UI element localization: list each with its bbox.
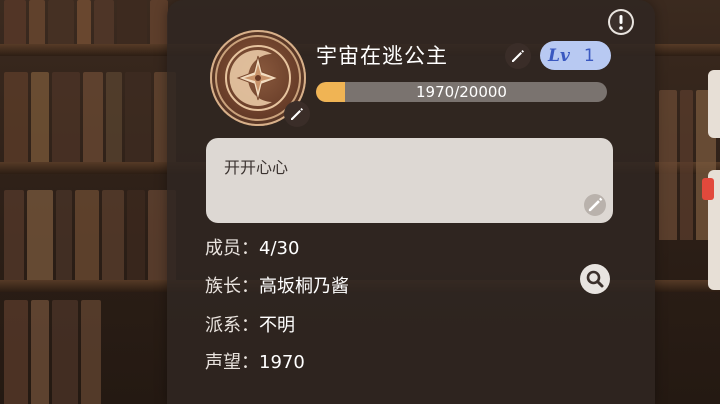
leader-value: 高坂桐乃酱 (259, 276, 349, 297)
level-value: 1 (583, 45, 595, 66)
magnifier-icon (586, 270, 604, 288)
pencil-icon (291, 108, 303, 120)
info-members: 成员：4/30 (205, 234, 299, 260)
side-tab[interactable] (702, 170, 720, 290)
pencil-icon (512, 50, 524, 62)
info-faction: 派系：不明 (205, 311, 295, 337)
level-badge: Lv 1 (540, 41, 611, 70)
exclamation-icon (610, 11, 632, 33)
side-tab[interactable] (708, 70, 720, 138)
guild-motto: 开开心心 (224, 158, 289, 177)
xp-bar: 1970/20000 (316, 82, 607, 102)
xp-text: 1970/20000 (416, 83, 507, 101)
faction-label: 派系： (205, 315, 259, 336)
prestige-value: 1970 (259, 352, 305, 373)
pencil-icon (584, 194, 606, 216)
edit-motto-button[interactable] (582, 192, 608, 218)
red-marker (702, 178, 714, 200)
faction-value: 不明 (259, 315, 295, 336)
edit-emblem-button[interactable] (284, 101, 310, 127)
guild-name: 宇宙在逃公主 (316, 44, 448, 68)
level-label: Lv (548, 45, 570, 66)
members-label: 成员： (205, 238, 259, 259)
members-value: 4/30 (259, 238, 300, 259)
leader-label: 族长： (205, 276, 259, 297)
edit-name-button[interactable] (505, 43, 531, 69)
prestige-label: 声望： (205, 352, 259, 373)
alert-button[interactable] (608, 9, 634, 35)
search-leader-button[interactable] (580, 264, 610, 294)
guild-motto-box: 开开心心 (206, 138, 613, 223)
info-prestige: 声望：1970 (205, 348, 305, 374)
info-leader: 族长：高坂桐乃酱 (205, 272, 349, 298)
